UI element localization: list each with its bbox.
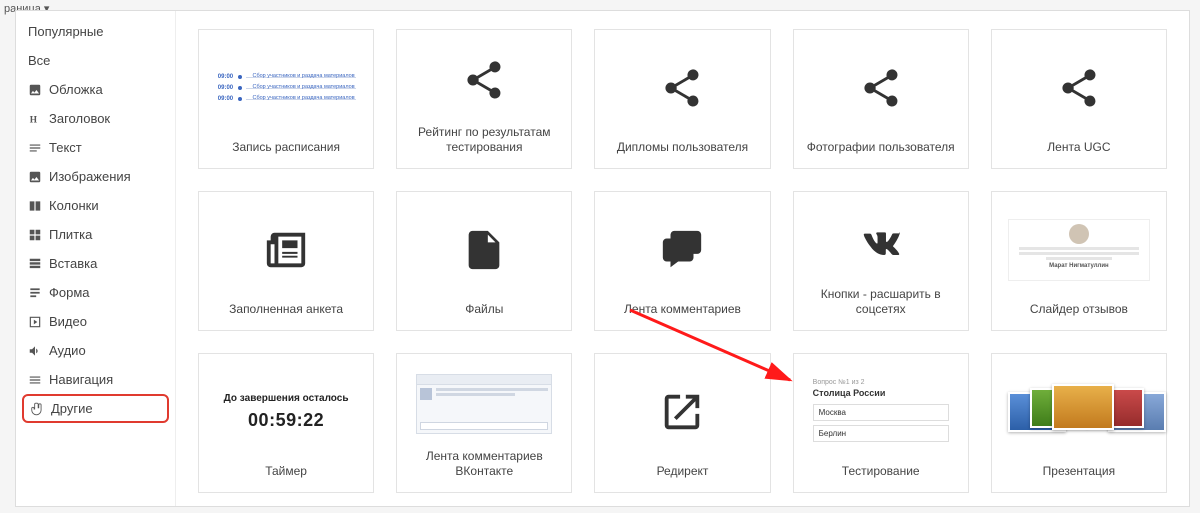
tile-label: Редирект — [657, 464, 709, 480]
hand-icon — [30, 402, 44, 416]
tile-user-photos[interactable]: Фотографии пользователя — [793, 29, 969, 169]
tile-label: Слайдер отзывов — [1030, 302, 1128, 318]
sidebar-item-label: Плитка — [49, 227, 92, 242]
tile-preview: 09:00Сбор участников и раздача материало… — [207, 40, 365, 136]
tile-preview — [405, 364, 563, 445]
heading-icon: H — [28, 112, 42, 126]
image-icon — [28, 83, 42, 97]
share-icon — [603, 40, 761, 136]
tile-label: Лента комментариев ВКонтакте — [405, 449, 563, 480]
sidebar-item-all[interactable]: Все — [16, 46, 175, 75]
tile-files[interactable]: Файлы — [396, 191, 572, 331]
tile-label: Фотографии пользователя — [807, 140, 955, 156]
tile-preview: До завершения осталось 00:59:22 — [207, 364, 365, 460]
tile-label: Кнопки - расшарить в соцсетях — [802, 287, 960, 318]
tile-ugc-feed[interactable]: Лента UGC — [991, 29, 1167, 169]
tile-schedule-entry[interactable]: 09:00Сбор участников и раздача материало… — [198, 29, 374, 169]
sidebar-item-heading[interactable]: H Заголовок — [16, 104, 175, 133]
tile-label: Презентация — [1043, 464, 1116, 480]
sidebar-item-images[interactable]: Изображения — [16, 162, 175, 191]
tile-label: Запись расписания — [232, 140, 340, 156]
sidebar-item-columns[interactable]: Колонки — [16, 191, 175, 220]
sidebar-item-form[interactable]: Форма — [16, 278, 175, 307]
sidebar-item-label: Вставка — [49, 256, 97, 271]
tile-timer[interactable]: До завершения осталось 00:59:22 Таймер — [198, 353, 374, 493]
sidebar-item-label: Видео — [49, 314, 87, 329]
text-icon — [28, 141, 42, 155]
quiz-option: Берлин — [813, 425, 949, 442]
tile-label: Тестирование — [842, 464, 920, 480]
tile-label: Заполненная анкета — [229, 302, 343, 318]
sidebar-item-label: Колонки — [49, 198, 99, 213]
tile-preview: Вопрос №1 из 2 Столица России Москва Бер… — [802, 364, 960, 460]
tile-label: Лента UGC — [1047, 140, 1110, 156]
sidebar-item-label: Все — [28, 53, 50, 68]
sidebar-item-label: Другие — [51, 401, 93, 416]
timer-value: 00:59:22 — [224, 410, 349, 431]
quiz-title: Столица России — [813, 388, 949, 398]
category-sidebar: Популярные Все Обложка H Заголовок Текст… — [16, 11, 176, 506]
sidebar-item-audio[interactable]: Аудио — [16, 336, 175, 365]
tile-preview — [1000, 364, 1158, 460]
audio-icon — [28, 344, 42, 358]
quiz-option: Москва — [813, 404, 949, 421]
tile-social-share-buttons[interactable]: Кнопки - расшарить в соцсетях — [793, 191, 969, 331]
nav-icon — [28, 373, 42, 387]
tile-presentation[interactable]: Презентация — [991, 353, 1167, 493]
sidebar-item-embed[interactable]: Вставка — [16, 249, 175, 278]
tile-grid: 09:00Сбор участников и раздача материало… — [198, 29, 1167, 493]
sidebar-item-video[interactable]: Видео — [16, 307, 175, 336]
video-icon — [28, 315, 42, 329]
sidebar-item-navigation[interactable]: Навигация — [16, 365, 175, 394]
sidebar-item-other[interactable]: Другие — [22, 394, 169, 423]
external-link-icon — [603, 364, 761, 460]
sidebar-item-label: Обложка — [49, 82, 103, 97]
file-icon — [405, 202, 563, 298]
comments-icon — [603, 202, 761, 298]
tile-testing[interactable]: Вопрос №1 из 2 Столица России Москва Бер… — [793, 353, 969, 493]
form-icon — [28, 286, 42, 300]
sidebar-item-label: Заголовок — [49, 111, 110, 126]
tile-grid-container: 09:00Сбор участников и раздача материало… — [176, 11, 1189, 506]
sidebar-item-label: Популярные — [28, 24, 103, 39]
sidebar-item-label: Текст — [49, 140, 82, 155]
sidebar-item-label: Аудио — [49, 343, 86, 358]
tile-label: Лента комментариев — [624, 302, 741, 318]
vk-icon — [802, 202, 960, 283]
tile-preview: Марат Нигматуллин — [1000, 202, 1158, 298]
tile-test-rating[interactable]: Рейтинг по результатам тестирования — [396, 29, 572, 169]
tile-filled-form[interactable]: Заполненная анкета — [198, 191, 374, 331]
tile-user-diplomas[interactable]: Дипломы пользователя — [594, 29, 770, 169]
sidebar-item-label: Изображения — [49, 169, 131, 184]
tile-label: Файлы — [465, 302, 503, 318]
image-icon — [28, 170, 42, 184]
tile-vk-comments[interactable]: Лента комментариев ВКонтакте — [396, 353, 572, 493]
share-icon — [802, 40, 960, 136]
svg-text:H: H — [30, 115, 38, 125]
tile-label: Дипломы пользователя — [617, 140, 748, 156]
newspaper-icon — [207, 202, 365, 298]
tile-label: Таймер — [265, 464, 307, 480]
widget-picker-panel: Популярные Все Обложка H Заголовок Текст… — [15, 10, 1190, 507]
sidebar-item-popular[interactable]: Популярные — [16, 17, 175, 46]
grid-icon — [28, 228, 42, 242]
tile-reviews-slider[interactable]: Марат Нигматуллин Слайдер отзывов — [991, 191, 1167, 331]
share-icon — [405, 40, 563, 121]
tile-label: Рейтинг по результатам тестирования — [405, 125, 563, 156]
share-icon — [1000, 40, 1158, 136]
sidebar-item-cover[interactable]: Обложка — [16, 75, 175, 104]
sidebar-item-tiles[interactable]: Плитка — [16, 220, 175, 249]
columns-icon — [28, 199, 42, 213]
timer-caption: До завершения осталось — [224, 393, 349, 404]
sidebar-item-label: Навигация — [49, 372, 113, 387]
tile-redirect[interactable]: Редирект — [594, 353, 770, 493]
sidebar-item-text[interactable]: Текст — [16, 133, 175, 162]
sidebar-item-label: Форма — [49, 285, 90, 300]
tile-comments-feed[interactable]: Лента комментариев — [594, 191, 770, 331]
embed-icon — [28, 257, 42, 271]
quiz-counter: Вопрос №1 из 2 — [813, 379, 949, 386]
